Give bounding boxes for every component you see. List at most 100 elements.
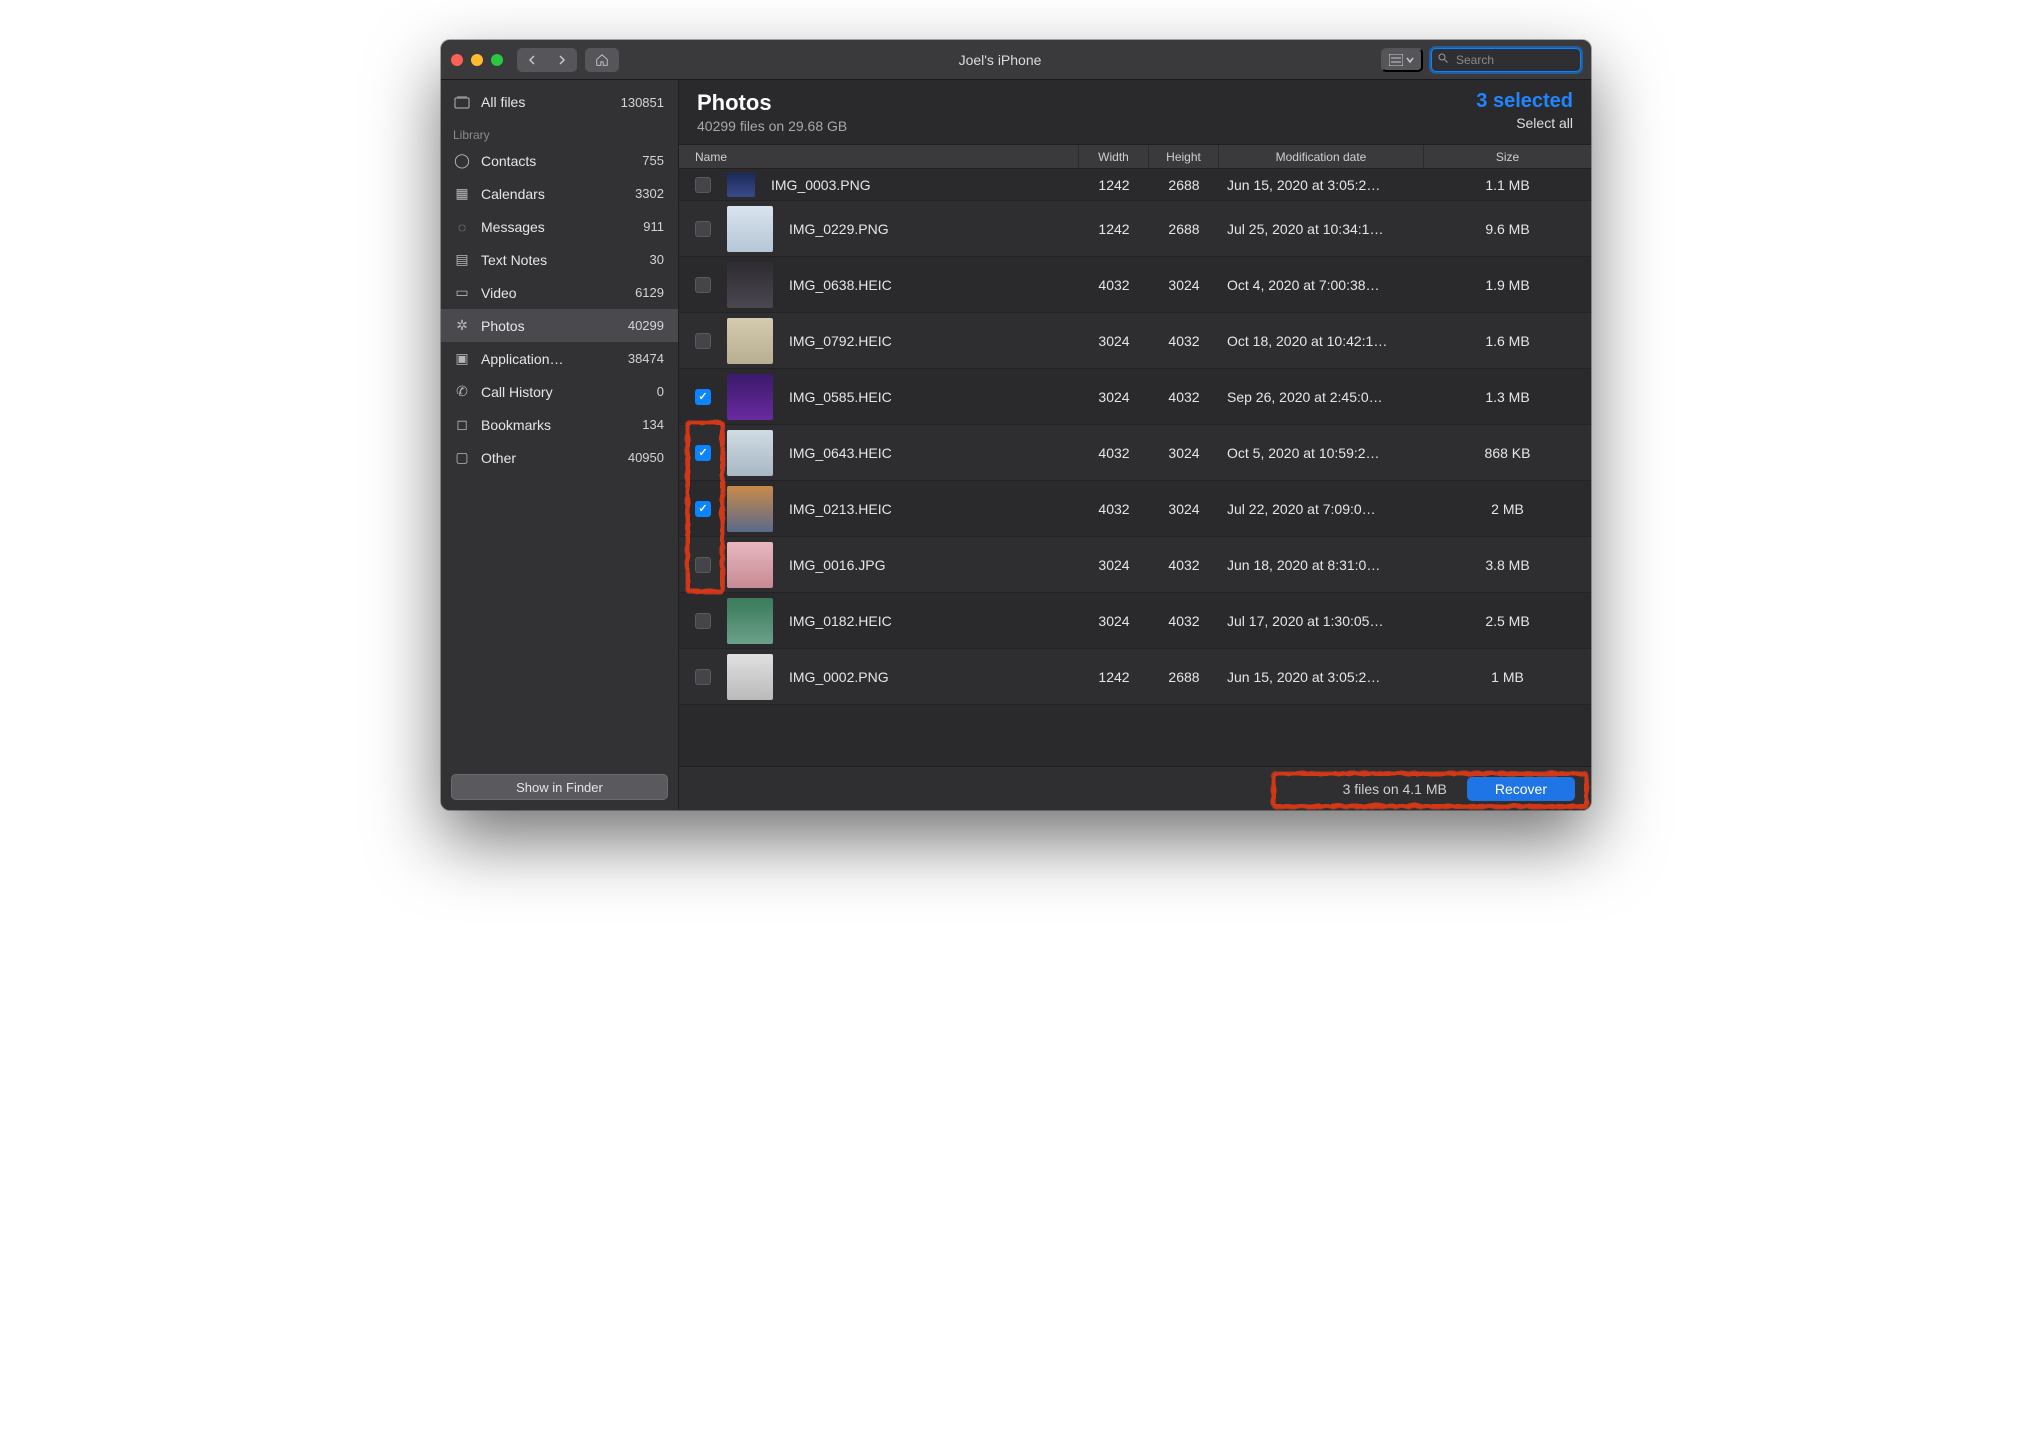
view-mode-button[interactable] xyxy=(1381,48,1423,72)
minimize-icon[interactable] xyxy=(471,54,483,66)
file-height: 2688 xyxy=(1149,177,1219,193)
file-name: IMG_0016.JPG xyxy=(789,557,886,573)
table-row[interactable]: IMG_0638.HEIC40323024Oct 4, 2020 at 7:00… xyxy=(679,257,1591,313)
sidebar-item[interactable]: ✆Call History0 xyxy=(441,375,678,408)
row-checkbox[interactable] xyxy=(695,333,711,349)
file-date: Oct 4, 2020 at 7:00:38… xyxy=(1219,277,1424,293)
search-icon xyxy=(1437,51,1449,69)
file-name: IMG_0003.PNG xyxy=(771,177,871,193)
file-date: Jul 17, 2020 at 1:30:05… xyxy=(1219,613,1424,629)
row-checkbox[interactable] xyxy=(695,177,711,193)
table-row[interactable]: IMG_0792.HEIC30244032Oct 18, 2020 at 10:… xyxy=(679,313,1591,369)
file-date: Jun 15, 2020 at 3:05:2… xyxy=(1219,669,1424,685)
sidebar-item-all[interactable]: All files 130851 xyxy=(441,82,678,122)
category-icon: ◌ xyxy=(453,219,471,235)
row-checkbox[interactable] xyxy=(695,389,711,405)
file-height: 2688 xyxy=(1149,669,1219,685)
row-checkbox[interactable] xyxy=(695,277,711,293)
file-height: 3024 xyxy=(1149,277,1219,293)
sidebar-item-count: 0 xyxy=(657,384,664,399)
sidebar-item[interactable]: ▤Text Notes30 xyxy=(441,243,678,276)
table-row[interactable]: IMG_0229.PNG12422688Jul 25, 2020 at 10:3… xyxy=(679,201,1591,257)
column-date[interactable]: Modification date xyxy=(1219,145,1424,168)
file-name: IMG_0585.HEIC xyxy=(789,389,892,405)
table-row[interactable]: IMG_0016.JPG 30244032Jun 18, 2020 at 8:31… xyxy=(679,537,1591,593)
sidebar-item-count: 130851 xyxy=(621,95,664,110)
sidebar-item[interactable]: ▢Other40950 xyxy=(441,441,678,474)
show-in-finder-button[interactable]: Show in Finder xyxy=(451,774,668,800)
sidebar-item[interactable]: ◌Messages911 xyxy=(441,210,678,243)
file-date: Jul 22, 2020 at 7:09:0… xyxy=(1219,501,1424,517)
thumbnail xyxy=(727,206,773,252)
sidebar-item[interactable]: ▦Calendars3302 xyxy=(441,177,678,210)
table-row[interactable]: IMG_0182.HEIC30244032Jul 17, 2020 at 1:3… xyxy=(679,593,1591,649)
table-row[interactable]: IMG_0213.HEIC40323024Jul 22, 2020 at 7:0… xyxy=(679,481,1591,537)
file-size: 3.8 MB xyxy=(1424,557,1591,573)
close-icon[interactable] xyxy=(451,54,463,66)
home-button[interactable] xyxy=(585,48,619,72)
table-row[interactable]: IMG_0003.PNG12422688Jun 15, 2020 at 3:05… xyxy=(679,169,1591,201)
sidebar-item[interactable]: ◯Contacts755 xyxy=(441,144,678,177)
file-height: 2688 xyxy=(1149,221,1219,237)
file-width: 3024 xyxy=(1079,389,1149,405)
file-width: 3024 xyxy=(1079,557,1149,573)
table-row[interactable]: IMG_0585.HEIC30244032Sep 26, 2020 at 2:4… xyxy=(679,369,1591,425)
column-size[interactable]: Size xyxy=(1424,145,1591,168)
sidebar-item-count: 30 xyxy=(650,252,664,267)
sidebar-item-label: Video xyxy=(481,285,625,301)
column-name[interactable]: Name xyxy=(679,145,1079,168)
file-height: 4032 xyxy=(1149,557,1219,573)
thumbnail xyxy=(727,542,773,588)
sidebar-group-label: Library xyxy=(441,122,678,144)
footer-status: 3 files on 4.1 MB xyxy=(1343,781,1447,797)
sidebar-item-count: 38474 xyxy=(628,351,664,366)
stack-icon xyxy=(453,95,471,109)
table-row[interactable]: IMG_0643.HEIC40323024Oct 5, 2020 at 10:5… xyxy=(679,425,1591,481)
category-icon: ▦ xyxy=(453,185,471,202)
sidebar-item-label: Contacts xyxy=(481,153,632,169)
thumbnail xyxy=(727,173,755,197)
sidebar-item[interactable]: ◻Bookmarks134 xyxy=(441,408,678,441)
sidebar-item[interactable]: ▭ Video 6129 xyxy=(441,276,678,309)
category-icon: ▭ xyxy=(453,284,471,301)
file-name: IMG_0002.PNG xyxy=(789,669,889,685)
row-checkbox[interactable] xyxy=(695,613,711,629)
sidebar-item-count: 755 xyxy=(642,153,664,168)
file-name: IMG_0638.HEIC xyxy=(789,277,892,293)
recover-button[interactable]: Recover xyxy=(1467,777,1575,801)
file-size: 1.6 MB xyxy=(1424,333,1591,349)
file-name: IMG_0792.HEIC xyxy=(789,333,892,349)
category-icon: ▢ xyxy=(453,449,471,466)
sidebar-item[interactable]: ▣Application…38474 xyxy=(441,342,678,375)
table-row[interactable]: IMG_0002.PNG12422688Jun 15, 2020 at 3:05… xyxy=(679,649,1591,705)
list-icon xyxy=(1389,54,1403,66)
sidebar-item-count: 6129 xyxy=(635,285,664,300)
thumbnail xyxy=(727,374,773,420)
sidebar-item[interactable]: ✲Photos40299 xyxy=(441,309,678,342)
file-date: Jun 18, 2020 at 8:31:0… xyxy=(1219,557,1424,573)
file-name: IMG_0213.HEIC xyxy=(789,501,892,517)
row-checkbox[interactable] xyxy=(695,501,711,517)
select-all-button[interactable]: Select all xyxy=(1476,115,1573,131)
thumbnail xyxy=(727,318,773,364)
row-checkbox[interactable] xyxy=(695,557,711,573)
row-checkbox[interactable] xyxy=(695,669,711,685)
main-panel: Photos 40299 files on 29.68 GB 3 selecte… xyxy=(679,80,1591,810)
search-input[interactable] xyxy=(1431,48,1581,72)
column-height[interactable]: Height xyxy=(1149,145,1219,168)
row-checkbox[interactable] xyxy=(695,445,711,461)
file-size: 868 KB xyxy=(1424,445,1591,461)
file-name: IMG_0643.HEIC xyxy=(789,445,892,461)
zoom-icon[interactable] xyxy=(491,54,503,66)
back-button[interactable] xyxy=(517,48,547,72)
column-width[interactable]: Width xyxy=(1079,145,1149,168)
row-checkbox[interactable] xyxy=(695,221,711,237)
forward-button[interactable] xyxy=(547,48,577,72)
sidebar-item-count: 40950 xyxy=(628,450,664,465)
category-icon: ✆ xyxy=(453,383,471,400)
file-width: 1242 xyxy=(1079,221,1149,237)
thumbnail xyxy=(727,430,773,476)
file-height: 3024 xyxy=(1149,445,1219,461)
category-icon: ✲ xyxy=(453,317,471,334)
sidebar-item-label: All files xyxy=(481,94,611,110)
